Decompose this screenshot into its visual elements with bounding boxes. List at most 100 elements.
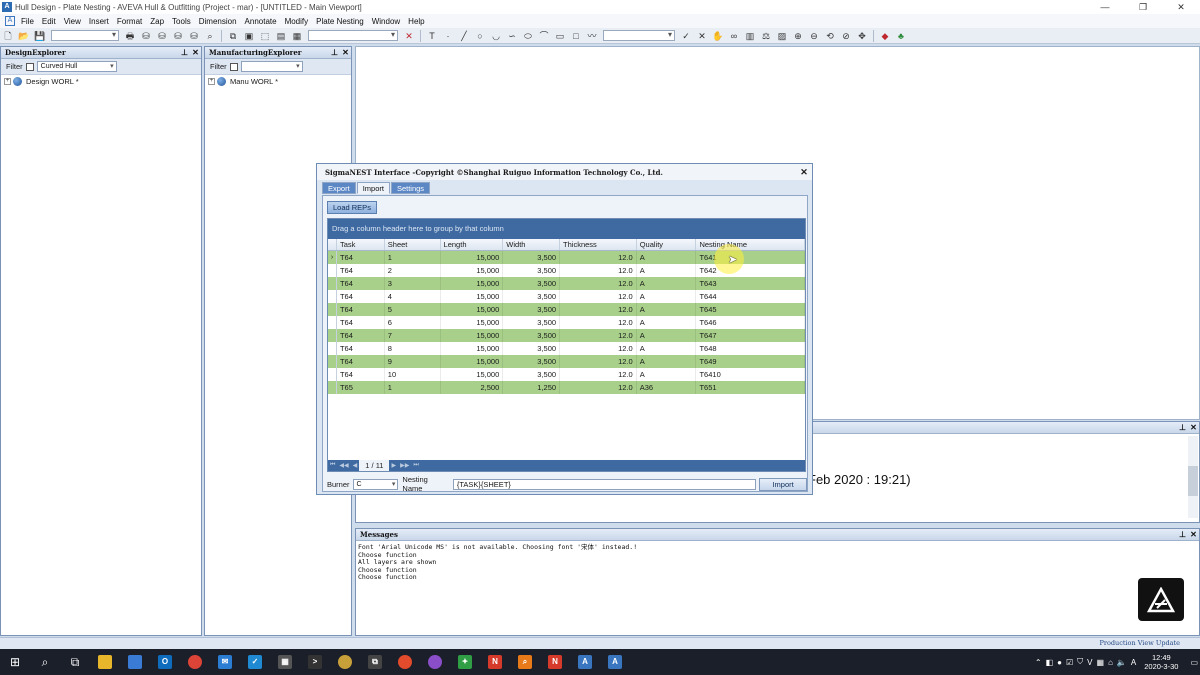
chrome-icon[interactable] <box>184 651 206 673</box>
filter-checkbox[interactable] <box>229 62 238 71</box>
toolbar-combo-3[interactable] <box>603 30 675 41</box>
hand-icon[interactable]: ✋ <box>711 30 725 42</box>
cell-task[interactable]: T64 <box>337 355 385 368</box>
cell-thickness[interactable]: 12.0 <box>560 251 637 264</box>
cell-sheet[interactable]: 10 <box>385 368 441 381</box>
cell-quality[interactable]: A <box>637 251 697 264</box>
column-header-thickness[interactable]: Thickness <box>560 239 637 250</box>
table-row[interactable]: T64 7 15,000 3,500 12.0 A T647 <box>328 329 805 342</box>
tab-import[interactable]: Import <box>356 182 390 194</box>
menu-zap[interactable]: Zap <box>146 17 168 26</box>
tray-chevron-icon[interactable]: ⌃ <box>1035 658 1042 667</box>
dialog-close-icon[interactable]: ✕ <box>796 167 812 178</box>
cell-nesting-name[interactable]: T651 <box>696 381 805 394</box>
cell-sheet[interactable]: 9 <box>385 355 441 368</box>
tab-export[interactable]: Export <box>322 182 356 194</box>
app-icon-gold[interactable] <box>334 651 356 673</box>
cell-task[interactable]: T64 <box>337 290 385 303</box>
table-row[interactable]: T64 9 15,000 3,500 12.0 A T649 <box>328 355 805 368</box>
link-icon[interactable]: ∞ <box>727 30 741 42</box>
zoom-previous-icon[interactable]: ⊘ <box>839 30 853 42</box>
cell-quality[interactable]: A <box>637 277 697 290</box>
tray-app-icon[interactable]: ◧ <box>1046 658 1054 667</box>
cell-task[interactable]: T64 <box>337 264 385 277</box>
cell-nesting-name[interactable]: T643 <box>696 277 805 290</box>
rectangle-icon[interactable]: ▭ <box>553 30 567 42</box>
check-icon[interactable]: ✓ <box>679 30 693 42</box>
cell-task[interactable]: T64 <box>337 277 385 290</box>
cell-nesting-name[interactable]: T6410 <box>696 368 805 381</box>
mail-icon[interactable]: ✉ <box>214 651 236 673</box>
cell-task[interactable]: T64 <box>337 251 385 264</box>
cell-sheet[interactable]: 8 <box>385 342 441 355</box>
prev-page-icon[interactable]: ◀◀ <box>337 462 350 469</box>
menu-window[interactable]: Window <box>368 17 404 26</box>
aveva-taskbar-icon-2[interactable]: A <box>604 651 626 673</box>
pin-icon[interactable]: ⊥ <box>1177 423 1188 432</box>
plant-tool-icon[interactable]: ♣ <box>894 30 908 42</box>
column-header-length[interactable]: Length <box>441 239 504 250</box>
row-selector[interactable] <box>328 368 337 381</box>
tab-settings[interactable]: Settings <box>390 182 431 194</box>
cell-nesting-name[interactable]: T646 <box>696 316 805 329</box>
windows-start-icon[interactable]: ⊞ <box>4 651 26 673</box>
menu-file[interactable]: File <box>17 17 38 26</box>
search-icon[interactable]: ⌕ <box>34 651 56 673</box>
cell-nesting-name[interactable]: T642 <box>696 264 805 277</box>
cell-length[interactable]: 15,000 <box>441 342 504 355</box>
grid-icon[interactable]: ▦ <box>290 30 304 42</box>
cell-sheet[interactable]: 5 <box>385 303 441 316</box>
row-selector[interactable] <box>328 290 337 303</box>
ellipse-icon[interactable]: ⬭ <box>521 30 535 42</box>
first-page-icon[interactable]: ⏮ <box>328 462 337 469</box>
cell-thickness[interactable]: 12.0 <box>560 368 637 381</box>
column-header-quality[interactable]: Quality <box>637 239 697 250</box>
restore-button[interactable]: ❐ <box>1124 2 1162 13</box>
column-header-nesting-name[interactable]: Nesting Name <box>696 239 805 250</box>
save-all-icon[interactable]: ▣ <box>242 30 256 42</box>
cell-nesting-name[interactable]: T641 <box>696 251 805 264</box>
db-save-icon[interactable]: ⛁ <box>171 30 185 42</box>
pan-icon[interactable]: ✥ <box>855 30 869 42</box>
row-selector[interactable] <box>328 277 337 290</box>
hull-tool-icon[interactable]: ◆ <box>878 30 892 42</box>
cell-sheet[interactable]: 2 <box>385 264 441 277</box>
cell-task[interactable]: T64 <box>337 342 385 355</box>
table-row[interactable]: T64 4 15,000 3,500 12.0 A T644 <box>328 290 805 303</box>
point-icon[interactable]: · <box>441 30 455 42</box>
cell-width[interactable]: 3,500 <box>503 303 561 316</box>
row-selector[interactable] <box>328 381 337 394</box>
clock[interactable]: 12:49 2020-3-30 <box>1144 653 1178 671</box>
cell-width[interactable]: 3,500 <box>503 290 561 303</box>
cell-sheet[interactable]: 6 <box>385 316 441 329</box>
copy-icon[interactable]: ⧉ <box>226 30 240 42</box>
tray-v-icon[interactable]: V <box>1087 658 1092 667</box>
open-folder-icon[interactable]: 📂 <box>17 30 31 42</box>
column-header-sheet[interactable]: Sheet <box>385 239 441 250</box>
cell-sheet[interactable]: 4 <box>385 290 441 303</box>
cell-length[interactable]: 15,000 <box>441 316 504 329</box>
cell-nesting-name[interactable]: T645 <box>696 303 805 316</box>
outlook-icon[interactable]: O <box>154 651 176 673</box>
cell-nesting-name[interactable]: T644 <box>696 290 805 303</box>
volume-icon[interactable]: 🔈 <box>1117 658 1127 667</box>
table-row[interactable]: T64 5 15,000 3,500 12.0 A T645 <box>328 303 805 316</box>
menu-format[interactable]: Format <box>113 17 146 26</box>
row-selector[interactable] <box>328 264 337 277</box>
tray-check-icon[interactable]: ☑ <box>1066 658 1073 667</box>
menu-plate-nesting[interactable]: Plate Nesting <box>312 17 368 26</box>
cell-length[interactable]: 15,000 <box>441 368 504 381</box>
row-indicator-icon[interactable]: › <box>328 251 337 264</box>
expand-icon[interactable]: + <box>208 77 215 85</box>
terminal-icon[interactable]: > <box>304 651 326 673</box>
close-icon[interactable]: ✕ <box>340 48 351 57</box>
db-copy-icon[interactable]: ⛁ <box>187 30 201 42</box>
cell-thickness[interactable]: 12.0 <box>560 342 637 355</box>
db-icon[interactable]: ⛁ <box>139 30 153 42</box>
menu-annotate[interactable]: Annotate <box>241 17 281 26</box>
cell-thickness[interactable]: 12.0 <box>560 316 637 329</box>
cell-sheet[interactable]: 1 <box>385 251 441 264</box>
document-icon[interactable]: A <box>5 16 15 26</box>
table-row[interactable]: T64 6 15,000 3,500 12.0 A T646 <box>328 316 805 329</box>
cell-quality[interactable]: A <box>637 342 697 355</box>
